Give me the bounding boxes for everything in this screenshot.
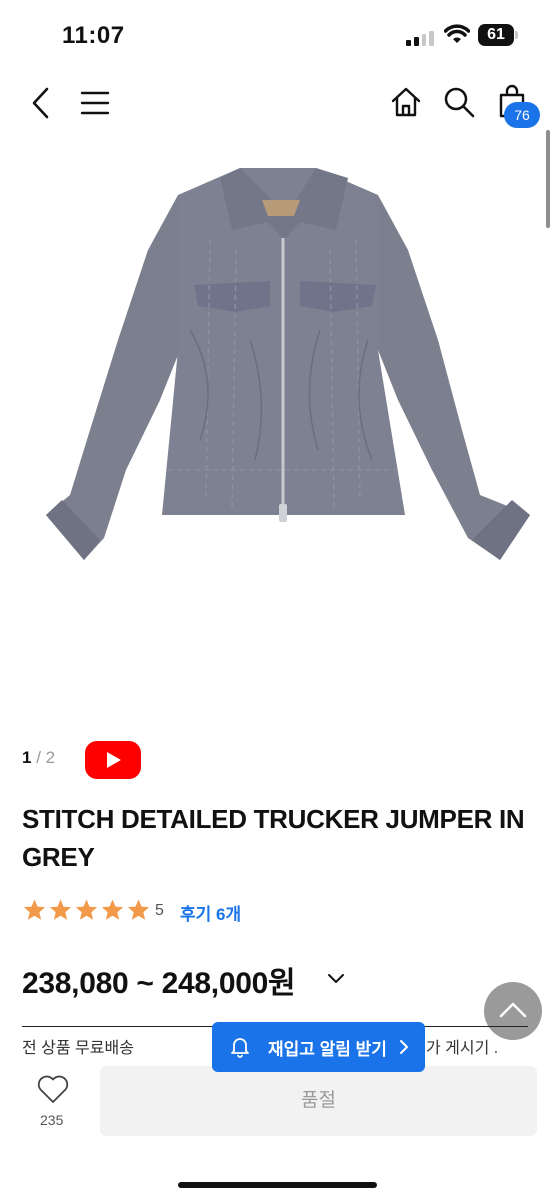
chevron-down-icon[interactable] [326, 972, 346, 986]
product-title: STITCH DETAILED TRUCKER JUMPER IN GREY [22, 804, 525, 872]
notice-partial: 가 게시기 . [426, 1040, 499, 1057]
youtube-button[interactable] [85, 741, 141, 779]
heart-icon[interactable] [36, 1074, 70, 1104]
gallery-pager: 1 / 2 [22, 748, 55, 768]
arrow-up-icon [499, 1002, 527, 1018]
home-icon[interactable] [390, 86, 422, 118]
back-icon[interactable] [30, 86, 52, 120]
home-indicator[interactable] [178, 1182, 377, 1188]
restock-alert-label: 재입고 알림 받기 [268, 1039, 387, 1059]
star-icon [101, 899, 124, 920]
review-count-link[interactable]: 후기 6개 [180, 900, 241, 925]
star-icon [127, 899, 150, 920]
chevron-right-icon [399, 1040, 408, 1054]
battery-tip [515, 31, 518, 39]
star-icon [75, 899, 98, 920]
gallery-separator: / [31, 748, 46, 767]
signal-icon [406, 30, 434, 46]
status-time: 11:07 [62, 22, 125, 49]
cart-count-badge[interactable]: 76 [504, 102, 540, 128]
star-icon [49, 899, 72, 920]
bell-icon [231, 1038, 249, 1058]
scroll-top-button[interactable] [484, 982, 542, 1040]
youtube-play-icon [107, 752, 121, 768]
rating-value: 5 [155, 902, 164, 919]
search-icon[interactable] [443, 86, 475, 118]
shipping-note: 전 상품 무료배송 [22, 1040, 134, 1057]
product-image[interactable] [0, 140, 555, 725]
star-icon [23, 899, 46, 920]
menu-icon[interactable] [80, 90, 110, 116]
rating-stars [22, 898, 151, 922]
product-price: 238,080 ~ 248,000원 [22, 967, 296, 1000]
wishlist-count: 235 [40, 1112, 64, 1128]
wifi-icon [444, 24, 470, 43]
battery-icon: 61 [478, 24, 514, 46]
gallery-total: 2 [45, 748, 56, 767]
soldout-button[interactable]: 품절 [100, 1066, 537, 1136]
restock-alert-button[interactable]: 재입고 알림 받기 [212, 1022, 425, 1072]
